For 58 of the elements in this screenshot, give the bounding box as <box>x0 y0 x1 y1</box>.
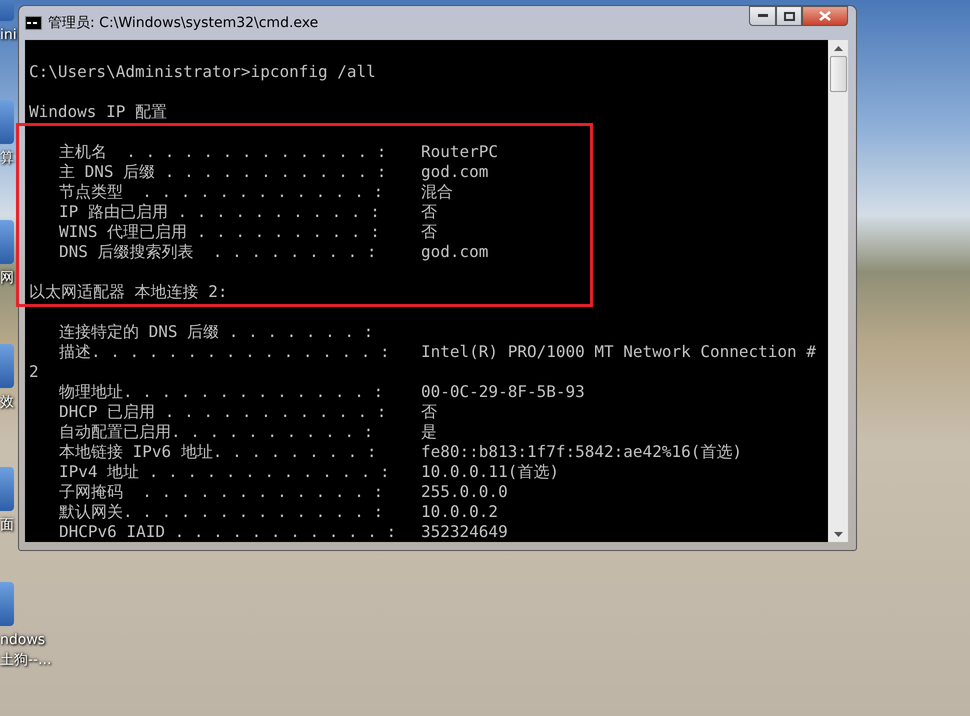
field-value: god.com <box>421 162 488 182</box>
maximize-icon <box>784 12 794 20</box>
console-line: 以太网适配器 本地连接 2: <box>29 282 228 302</box>
field-value: 是 <box>421 422 437 442</box>
field-label: DHCPv6 IAID . . . . . . . . . . . : <box>59 522 398 542</box>
field-value: god.com <box>421 242 488 262</box>
field-label: IP 路由已启用 . . . . . . . . . . : <box>59 202 381 222</box>
console-line: 2 <box>29 362 39 382</box>
field-value: 10.0.0.2 <box>421 502 498 522</box>
field-label: IPv4 地址 . . . . . . . . . . . . : <box>59 462 391 482</box>
field-value: 10.0.0.11(首选) <box>421 462 559 482</box>
field-label: WINS 代理已启用 . . . . . . . . . : <box>59 222 381 242</box>
field-value: Intel(R) PRO/1000 MT Network Connection # <box>421 342 816 362</box>
console-app-icon <box>25 16 42 30</box>
desktop-shortcut-icon[interactable] <box>0 344 14 388</box>
field-value: 否 <box>421 402 437 422</box>
close-button[interactable] <box>802 6 848 26</box>
desktop-shortcut-icon[interactable] <box>0 100 14 144</box>
field-value: 否 <box>421 222 437 242</box>
field-value: 否 <box>421 202 437 222</box>
field-value: 352324649 <box>421 522 508 542</box>
desktop-icon-label[interactable]: 效 <box>0 392 14 412</box>
field-label: DNS 后缀搜索列表 . . . . . . . . : <box>59 242 378 262</box>
field-label: 子网掩码 . . . . . . . . . . . . : <box>59 482 384 502</box>
console-line: Windows IP 配置 <box>29 102 167 122</box>
desktop-shortcut-icon[interactable] <box>0 467 14 511</box>
desktop-icon-label[interactable]: ini <box>0 25 17 45</box>
close-icon <box>819 11 831 21</box>
minimize-button[interactable] <box>749 6 776 26</box>
maximize-button[interactable] <box>776 6 802 26</box>
console-line: C:\Users\Administrator>ipconfig /all <box>29 62 376 82</box>
desktop-icon-label[interactable]: ndows 土狗--... <box>0 630 52 670</box>
field-label: 节点类型 . . . . . . . . . . . . : <box>59 182 384 202</box>
field-value: 255.0.0.0 <box>421 482 508 502</box>
scroll-up-icon[interactable] <box>834 46 842 52</box>
field-label: DHCP 已启用 . . . . . . . . . . . : <box>59 402 388 422</box>
field-label: 主 DNS 后缀 . . . . . . . . . . . : <box>59 162 388 182</box>
field-label: 自动配置已启用. . . . . . . . . . : <box>59 422 374 442</box>
field-value: 混合 <box>421 182 453 202</box>
field-label: 物理地址. . . . . . . . . . . . . : <box>59 382 384 402</box>
scroll-down-icon[interactable] <box>834 532 842 538</box>
field-label: 本地链接 IPv6 地址. . . . . . . . : <box>59 442 378 462</box>
field-value: 00-0C-29-8F-5B-93 <box>421 382 585 402</box>
desktop-icon-label[interactable]: 算 <box>0 148 14 168</box>
field-value: RouterPC <box>421 142 498 162</box>
field-label: 主机名 . . . . . . . . . . . . . : <box>59 142 388 162</box>
desktop-shortcut-icon[interactable] <box>0 220 14 264</box>
field-label: 连接特定的 DNS 后缀 . . . . . . . : <box>59 322 374 342</box>
field-label: 默认网关. . . . . . . . . . . . . : <box>59 502 384 522</box>
field-label: 描述. . . . . . . . . . . . . . . : <box>59 342 391 362</box>
field-value: fe80::b813:1f7f:5842:ae42%16(首选) <box>421 442 742 462</box>
desktop-icon-label[interactable]: 面 <box>0 515 14 535</box>
desktop-icon-label[interactable]: 网 <box>0 268 14 288</box>
minimize-icon <box>758 14 768 18</box>
desktop-shortcut-icon[interactable] <box>0 582 14 626</box>
scroll-thumb[interactable] <box>830 56 846 92</box>
scrollbar[interactable] <box>828 40 848 542</box>
window-title: 管理员: C:\Windows\system32\cmd.exe <box>48 14 318 32</box>
